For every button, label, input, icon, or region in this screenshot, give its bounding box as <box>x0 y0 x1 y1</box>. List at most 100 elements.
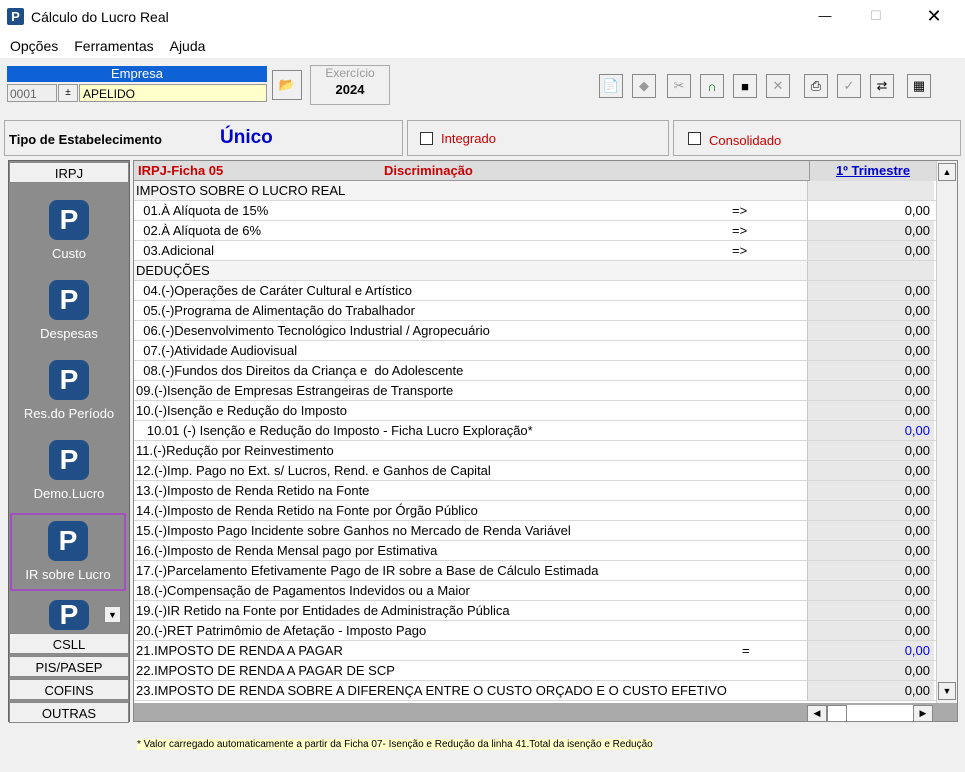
integrado-option[interactable]: Integrado <box>407 120 669 156</box>
row-value[interactable]: 0,00 <box>807 461 934 480</box>
document-icon[interactable]: 📄 <box>599 74 623 98</box>
vertical-scrollbar[interactable]: ▲ ▼ <box>936 161 957 703</box>
scroll-track[interactable] <box>847 705 913 721</box>
empresa-spin-button[interactable]: ± <box>58 84 78 102</box>
row-description: 04.(-)Operações de Caráter Cultural e Ar… <box>136 283 413 298</box>
exercicio-value: 2024 <box>335 82 365 97</box>
tipo-label: Tipo de Estabelecimento <box>9 132 162 147</box>
consolidado-option[interactable]: Consolidado <box>673 120 961 156</box>
empresa-code-input[interactable]: 0001 <box>7 84 57 102</box>
maximize-button[interactable]: ☐ <box>864 2 888 30</box>
table-row: 17.(-)Parcelamento Efetivamente Pago de … <box>134 561 936 581</box>
open-folder-button[interactable]: 📂 <box>272 70 302 100</box>
app-icon: P <box>7 8 24 25</box>
row-value[interactable]: 0,00 <box>807 281 934 300</box>
row-value[interactable]: 0,00 <box>807 661 934 680</box>
sidebar-item-despesas[interactable]: P Despesas <box>10 280 128 341</box>
footnote: * Valor carregado automaticamente a part… <box>137 739 653 750</box>
tab-csll[interactable]: CSLL <box>9 633 129 654</box>
tab-pis-pasep[interactable]: PIS/PASEP <box>9 656 129 677</box>
integrado-checkbox[interactable] <box>420 132 433 145</box>
row-value[interactable]: 0,00 <box>807 681 934 700</box>
row-arrow: => <box>732 223 748 238</box>
row-description: 21.IMPOSTO DE RENDA A PAGAR = <box>134 641 807 660</box>
menu-ajuda[interactable]: Ajuda <box>170 38 206 54</box>
check-icon[interactable]: ✓ <box>837 74 861 98</box>
row-value[interactable]: 0,00 <box>807 401 934 420</box>
transfer-icon[interactable]: ⇄ <box>870 74 894 98</box>
close-button[interactable]: ✕ <box>920 2 948 30</box>
grid-header: IRPJ-Ficha 05 Discriminação 1º Trimestre <box>134 161 936 181</box>
table-row: 01.À Alíquota de 15% => 0,00 <box>134 201 936 221</box>
row-value[interactable]: 0,00 <box>807 381 934 400</box>
row-value[interactable]: 0,00 <box>807 221 934 240</box>
scroll-right-button[interactable]: ▶ <box>913 705 933 721</box>
tab-irpj[interactable]: IRPJ <box>9 162 129 183</box>
sidebar-item-demo-lucro[interactable]: P Demo.Lucro <box>10 440 128 501</box>
row-value[interactable]: 0,00 <box>807 501 934 520</box>
sidebar-scroll-down-button[interactable]: ▼ <box>104 606 121 623</box>
tab-outras[interactable]: OUTRAS <box>9 702 129 723</box>
row-value[interactable]: 0,00 <box>807 581 934 600</box>
save-icon[interactable]: ■ <box>733 74 757 98</box>
consolidado-label: Consolidado <box>709 133 782 148</box>
row-value[interactable]: 0,00 <box>807 641 934 660</box>
row-value[interactable]: 0,00 <box>807 321 934 340</box>
row-value[interactable] <box>807 261 934 280</box>
row-description: 09.(-)Isenção de Empresas Estrangeiras d… <box>136 383 454 398</box>
consolidado-checkbox[interactable] <box>688 132 701 145</box>
lock-icon[interactable]: ∩ <box>700 74 724 98</box>
row-description: IMPOSTO SOBRE O LUCRO REAL <box>134 181 807 200</box>
table-row: 13.(-)Imposto de Renda Retido na Fonte 0,… <box>134 481 936 501</box>
row-description: 15.(-)Imposto Pago Incidente sobre Ganho… <box>136 523 571 538</box>
sidebar-item-ir-lucro[interactable]: P IR sobre Lucro <box>10 513 126 591</box>
scroll-thumb[interactable] <box>827 705 847 721</box>
row-value[interactable]: 0,00 <box>807 241 934 260</box>
row-description: 03.Adicional => <box>134 241 807 260</box>
row-value[interactable]: 0,00 <box>807 441 934 460</box>
delete-icon[interactable]: ✕ <box>766 74 790 98</box>
diamond-icon[interactable]: ◆ <box>632 74 656 98</box>
sidebar-label: IR sobre Lucro <box>25 567 111 582</box>
table-row: 08.(-)Fundos dos Direitos da Criança e d… <box>134 361 936 381</box>
row-arrow: => <box>732 203 748 218</box>
row-value[interactable]: 0,00 <box>807 301 934 320</box>
row-value[interactable]: 0,00 <box>807 561 934 580</box>
sidebar-item-res-periodo[interactable]: P Res.do Período <box>10 360 128 421</box>
menu-ferramentas[interactable]: Ferramentas <box>74 38 153 54</box>
app-logo-icon: P <box>49 599 89 630</box>
table-row: 14.(-)Imposto de Renda Retido na Fonte p… <box>134 501 936 521</box>
row-value[interactable]: 0,00 <box>807 361 934 380</box>
row-value[interactable]: 0,00 <box>807 541 934 560</box>
horizontal-scrollbar[interactable]: ◀ ▶ <box>134 703 957 721</box>
row-value[interactable]: 0,00 <box>807 201 934 220</box>
empresa-name-input[interactable]: APELIDO <box>79 84 267 102</box>
menu-opcoes[interactable]: Opções <box>10 38 58 54</box>
row-description: 10.(-)Isenção e Redução do Imposto <box>136 403 348 418</box>
scroll-up-button[interactable]: ▲ <box>938 163 956 181</box>
table-row: 20.(-)RET Patrimômio de Afetação - Impos… <box>134 621 936 641</box>
integrado-label: Integrado <box>441 131 496 146</box>
scroll-down-button[interactable]: ▼ <box>938 682 956 700</box>
row-value[interactable]: 0,00 <box>807 621 934 640</box>
row-value[interactable]: 0,00 <box>807 481 934 500</box>
row-value[interactable]: 0,00 <box>807 521 934 540</box>
row-value[interactable]: 0,00 <box>807 601 934 620</box>
calendar-icon[interactable]: ▦ <box>907 74 931 98</box>
minimize-button[interactable]: — <box>810 2 840 30</box>
row-value[interactable]: 0,00 <box>807 421 934 440</box>
table-row: 03.Adicional => 0,00 <box>134 241 936 261</box>
app-logo-icon: P <box>49 200 89 240</box>
print-icon[interactable]: ⎙ <box>804 74 828 98</box>
sidebar-item-custo[interactable]: P Custo <box>10 200 128 261</box>
tab-cofins[interactable]: COFINS <box>9 679 129 700</box>
row-value[interactable]: 0,00 <box>807 341 934 360</box>
row-description: 08.(-)Fundos dos Direitos da Criança e d… <box>136 363 464 378</box>
row-description: 16.(-)Imposto de Renda Mensal pago por E… <box>136 543 438 558</box>
app-logo-icon: P <box>49 280 89 320</box>
exercicio-label: Exercício <box>325 66 375 80</box>
scroll-left-button[interactable]: ◀ <box>807 705 827 721</box>
table-row: 10.(-)Isenção e Redução do Imposto 0,00 <box>134 401 936 421</box>
row-value[interactable] <box>807 181 934 200</box>
tools-icon[interactable]: ✂ <box>667 74 691 98</box>
